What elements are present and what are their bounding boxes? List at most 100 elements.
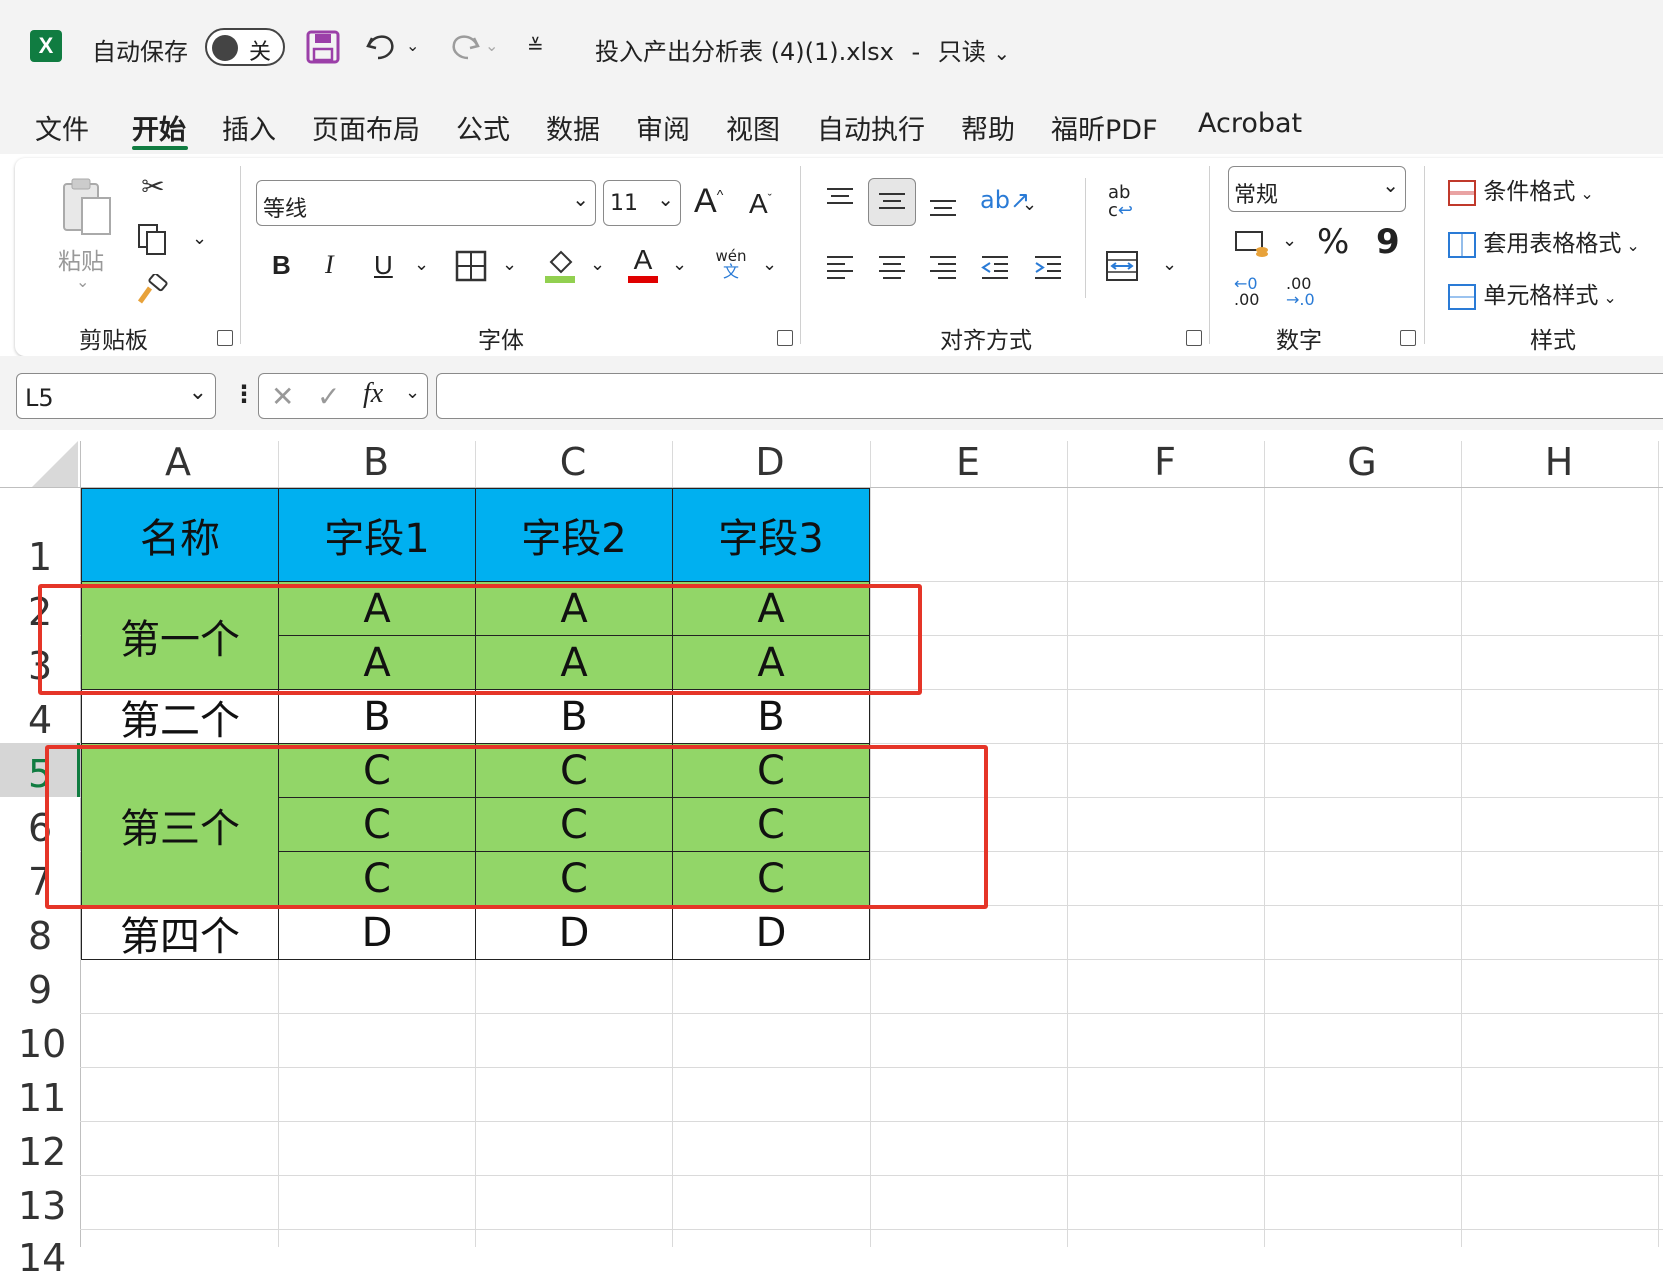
underline-button[interactable]: U (374, 250, 393, 281)
column-header-b[interactable]: B (278, 440, 474, 484)
tab-home[interactable]: 开始 (132, 108, 186, 147)
tab-help[interactable]: 帮助 (961, 108, 1015, 147)
tab-foxit-pdf[interactable]: 福昕PDF (1051, 108, 1158, 147)
conditional-formatting-button[interactable]: 条件格式 ⌄ (1448, 172, 1594, 206)
font-color-icon[interactable]: A (626, 244, 660, 284)
header-cell-field3[interactable]: 字段3 (672, 488, 870, 582)
paste-dropdown-icon[interactable]: ⌄ (76, 272, 89, 291)
font-launcher-icon[interactable] (777, 330, 793, 346)
save-icon[interactable] (306, 30, 340, 64)
phonetic-dropdown-icon[interactable]: ⌄ (762, 254, 777, 275)
more-options-icon[interactable]: ⋮ (232, 380, 256, 408)
insert-function-button[interactable]: fx (363, 378, 383, 410)
paste-icon[interactable] (58, 176, 114, 238)
borders-dropdown-icon[interactable]: ⌄ (502, 254, 517, 275)
comma-style-button[interactable]: 9 (1376, 222, 1400, 262)
table-cell[interactable]: D (278, 905, 476, 960)
row-header-14[interactable]: 14 (18, 1236, 84, 1280)
increase-decimal-icon[interactable]: ←0 .00 (1234, 276, 1259, 308)
merge-dropdown-icon[interactable]: ⌄ (1162, 254, 1177, 275)
cell-styles-button[interactable]: 单元格样式 ⌄ (1448, 276, 1617, 310)
decrease-decimal-icon[interactable]: .00 →.0 (1286, 276, 1315, 308)
fill-color-icon[interactable] (543, 248, 577, 284)
tab-page-layout[interactable]: 页面布局 (312, 108, 420, 147)
align-top-icon[interactable] (825, 186, 855, 208)
shrink-font-icon[interactable]: Aˇ (749, 188, 772, 220)
formula-input[interactable] (436, 373, 1663, 419)
file-title[interactable]: 投入产出分析表 (4)(1).xlsx - 只读 ⌄ (595, 32, 1010, 67)
format-as-table-button[interactable]: 套用表格格式 ⌄ (1448, 224, 1640, 258)
percent-style-button[interactable]: % (1317, 222, 1349, 262)
undo-icon[interactable] (364, 28, 404, 64)
row-label-cell[interactable]: 第二个 (81, 689, 279, 744)
table-cell[interactable]: D (672, 905, 870, 960)
row-header-9[interactable]: 9 (28, 968, 94, 1012)
column-header-g[interactable]: G (1264, 440, 1460, 484)
alignment-launcher-icon[interactable] (1186, 330, 1202, 346)
row-header-10[interactable]: 10 (18, 1022, 84, 1066)
tab-data[interactable]: 数据 (546, 108, 600, 147)
grow-font-icon[interactable]: A^ (694, 182, 723, 221)
align-bottom-icon[interactable] (928, 196, 958, 218)
fill-color-dropdown-icon[interactable]: ⌄ (590, 254, 605, 275)
wrap-text-icon[interactable]: ab c↩ (1108, 184, 1133, 220)
tab-automate[interactable]: 自动执行 (817, 108, 925, 147)
tab-acrobat[interactable]: Acrobat (1198, 108, 1302, 139)
decrease-indent-icon[interactable] (980, 254, 1010, 282)
column-header-d[interactable]: D (672, 440, 868, 484)
align-center-icon[interactable] (877, 254, 907, 282)
tab-file[interactable]: 文件 (35, 108, 89, 147)
align-left-icon[interactable] (825, 254, 855, 282)
column-header-c[interactable]: C (475, 440, 671, 484)
cut-icon[interactable]: ✂ (136, 170, 170, 203)
clipboard-launcher-icon[interactable] (217, 330, 233, 346)
autosave-toggle[interactable]: 关 (205, 28, 285, 66)
copy-icon[interactable] (136, 222, 170, 256)
orientation-dropdown-icon[interactable]: ⌄ (1022, 194, 1037, 215)
row-label-cell[interactable]: 第四个 (81, 905, 279, 960)
paste-label[interactable]: 粘贴 (58, 242, 104, 276)
accounting-format-icon[interactable] (1234, 228, 1270, 258)
row-header-11[interactable]: 11 (18, 1076, 84, 1120)
tab-view[interactable]: 视图 (726, 108, 780, 147)
select-all-corner[interactable] (32, 441, 78, 487)
column-header-f[interactable]: F (1067, 440, 1263, 484)
phonetic-guide-icon[interactable]: wén 文 (714, 248, 748, 280)
table-cell[interactable]: D (475, 905, 673, 960)
column-header-e[interactable]: E (870, 440, 1066, 484)
merge-center-icon[interactable] (1105, 250, 1139, 282)
tab-review[interactable]: 审阅 (636, 108, 690, 147)
header-cell-field2[interactable]: 字段2 (475, 488, 673, 582)
table-cell[interactable]: B (278, 689, 476, 744)
tab-formulas[interactable]: 公式 (456, 108, 510, 147)
font-name-select[interactable]: 等线 ⌄ (256, 180, 596, 226)
enter-icon[interactable]: ✓ (317, 380, 340, 413)
row-header-13[interactable]: 13 (18, 1184, 84, 1228)
column-header-a[interactable]: A (80, 440, 276, 484)
underline-dropdown-icon[interactable]: ⌄ (414, 254, 429, 275)
name-box[interactable]: L5 ⌄ (16, 373, 216, 419)
format-painter-icon[interactable] (136, 272, 170, 308)
column-header-h[interactable]: H (1461, 440, 1657, 484)
copy-dropdown-icon[interactable]: ⌄ (192, 228, 207, 249)
align-middle-icon[interactable] (868, 178, 916, 226)
table-cell[interactable]: B (475, 689, 673, 744)
borders-icon[interactable] (455, 250, 487, 282)
table-cell[interactable]: B (672, 689, 870, 744)
font-size-select[interactable]: 11 ⌄ (603, 180, 681, 226)
header-cell-name[interactable]: 名称 (81, 488, 279, 582)
align-right-icon[interactable] (928, 254, 958, 282)
tab-insert[interactable]: 插入 (222, 108, 276, 147)
font-color-dropdown-icon[interactable]: ⌄ (672, 254, 687, 275)
number-launcher-icon[interactable] (1400, 330, 1416, 346)
undo-dropdown-icon[interactable]: ⌄ (406, 36, 419, 55)
number-format-select[interactable]: 常规 ⌄ (1228, 166, 1406, 212)
bold-button[interactable]: B (272, 250, 291, 281)
customize-qat-icon[interactable]: ≚ (527, 34, 544, 58)
row-header-12[interactable]: 12 (18, 1130, 84, 1174)
header-cell-field1[interactable]: 字段1 (278, 488, 476, 582)
increase-indent-icon[interactable] (1033, 254, 1063, 282)
accounting-dropdown-icon[interactable]: ⌄ (1282, 230, 1297, 251)
italic-button[interactable]: I (325, 250, 334, 280)
cancel-icon[interactable]: ✕ (271, 380, 294, 413)
